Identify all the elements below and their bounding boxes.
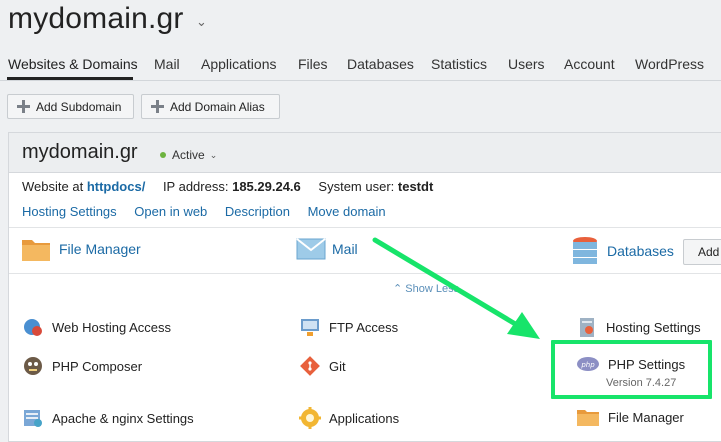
apache-nginx-settings-link[interactable]: Apache & nginx Settings [22, 407, 194, 429]
header-bar: mydomain.gr ⌄ Websites & Domains Mail Ap… [0, 0, 721, 92]
ftp-access-link[interactable]: FTP Access [299, 316, 398, 338]
plus-icon [17, 100, 30, 113]
domain-panel-header: mydomain.gr Active ⌄ [9, 133, 721, 173]
tab-files[interactable]: Files [298, 56, 328, 72]
tab-applications[interactable]: Applications [201, 56, 277, 72]
git-label: Git [329, 358, 346, 374]
databases-main-link[interactable]: Databases [571, 236, 674, 266]
server-icon [576, 316, 598, 338]
hosting-settings-link[interactable]: Hosting Settings [22, 204, 117, 219]
system-user-label: System user: [318, 179, 395, 194]
tab-mail[interactable]: Mail [154, 56, 180, 72]
ip-address-value: 185.29.24.6 [232, 179, 301, 194]
folder-icon [576, 407, 600, 427]
show-less-toggle[interactable]: ⌃ Show Less [393, 282, 459, 295]
php-composer-link[interactable]: PHP Composer [22, 355, 142, 377]
status-label: Active [172, 148, 205, 162]
databases-main-label: Databases [607, 243, 674, 259]
globe-user-icon [22, 316, 44, 338]
domain-title[interactable]: mydomain.gr [8, 2, 184, 36]
add-domain-alias-label: Add Domain Alias [170, 99, 265, 114]
chevron-down-icon[interactable]: ⌄ [196, 14, 207, 30]
tab-account[interactable]: Account [564, 56, 615, 72]
git-icon [299, 355, 321, 377]
domain-panel-title: mydomain.gr [22, 141, 138, 163]
status-dot-icon [160, 152, 166, 158]
divider [9, 273, 721, 274]
chevron-down-icon: ⌄ [209, 149, 218, 160]
status-dropdown[interactable]: Active ⌄ [160, 148, 217, 162]
tab-statistics[interactable]: Statistics [431, 56, 487, 72]
php-settings-highlight [551, 340, 712, 399]
file-manager-tool-label: File Manager [608, 409, 684, 425]
apache-nginx-icon [22, 407, 44, 429]
composer-icon [22, 355, 44, 377]
open-in-web-link[interactable]: Open in web [134, 204, 207, 219]
database-icon [571, 236, 599, 266]
ip-address-label: IP address: [162, 179, 229, 194]
plus-icon [151, 100, 164, 113]
gear-icon [299, 407, 321, 429]
file-manager-main-link[interactable]: File Manager [21, 236, 141, 262]
divider [9, 227, 721, 228]
website-at-link[interactable]: httpdocs/ [87, 179, 146, 194]
domain-info-line: Website at httpdocs/ IP address: 185.29.… [22, 179, 433, 194]
description-link[interactable]: Description [225, 204, 290, 219]
main-tabs: Websites & Domains Mail Applications Fil… [0, 50, 721, 80]
web-hosting-access-link[interactable]: Web Hosting Access [22, 316, 171, 338]
mail-main-label: Mail [332, 241, 358, 257]
move-domain-link[interactable]: Move domain [308, 204, 386, 219]
quick-links: Hosting Settings Open in web Description… [22, 204, 400, 219]
tab-databases[interactable]: Databases [347, 56, 414, 72]
system-user-value: testdt [397, 179, 434, 194]
tab-websites-domains[interactable]: Websites & Domains [8, 56, 138, 72]
php-composer-label: PHP Composer [52, 358, 143, 374]
hosting-settings-tool-link[interactable]: Hosting Settings [576, 316, 701, 338]
applications-link[interactable]: Applications [299, 407, 399, 429]
website-at-label: Website at [22, 179, 84, 194]
applications-label: Applications [329, 410, 400, 426]
hosting-settings-tool-label: Hosting Settings [606, 319, 701, 335]
tab-users[interactable]: Users [508, 56, 545, 72]
add-subdomain-button[interactable]: Add Subdomain [7, 94, 134, 119]
envelope-icon [296, 237, 326, 261]
apache-nginx-settings-label: Apache & nginx Settings [52, 410, 194, 426]
ftp-icon [299, 316, 321, 338]
git-link[interactable]: Git [299, 355, 346, 377]
add-database-button[interactable]: Add [683, 239, 721, 265]
mail-main-link[interactable]: Mail [296, 237, 358, 261]
folder-icon [21, 236, 51, 262]
tabs-divider [0, 80, 721, 81]
add-subdomain-label: Add Subdomain [36, 99, 122, 114]
file-manager-main-label: File Manager [59, 241, 141, 257]
web-hosting-access-label: Web Hosting Access [52, 319, 171, 335]
file-manager-tool-link[interactable]: File Manager [576, 407, 684, 427]
ftp-access-label: FTP Access [329, 319, 399, 335]
add-domain-alias-button[interactable]: Add Domain Alias [141, 94, 280, 119]
tab-wordpress[interactable]: WordPress [635, 56, 704, 72]
